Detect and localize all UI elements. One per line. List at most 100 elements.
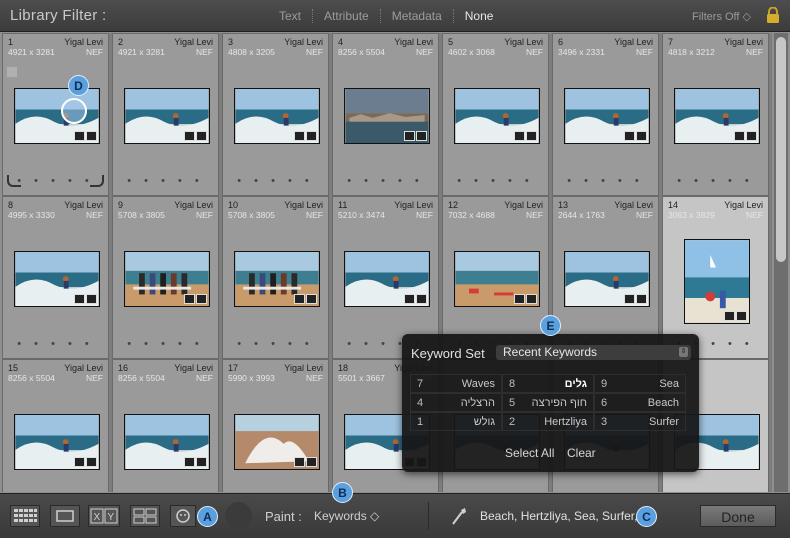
- badge-icon[interactable]: [85, 131, 97, 141]
- rotate-left-icon[interactable]: [7, 175, 21, 187]
- done-button[interactable]: Done: [700, 505, 776, 527]
- people-view-button[interactable]: [170, 505, 196, 527]
- filter-none-tab[interactable]: None: [454, 9, 505, 23]
- thumbnail-cell[interactable]: 5 4602 x 3068 Yigal Levi NEF • • • • •: [442, 33, 549, 196]
- compare-view-button[interactable]: X Y: [88, 505, 120, 527]
- filter-text-tab[interactable]: Text: [268, 9, 314, 23]
- thumbnail-cell[interactable]: 3 4808 x 3205 Yigal Levi NEF • • • • •: [222, 33, 329, 196]
- lock-icon[interactable]: [766, 7, 780, 23]
- keyword-button[interactable]: 8 גלים: [502, 374, 594, 393]
- badge-icon[interactable]: [183, 294, 195, 304]
- paint-target-dropdown[interactable]: Keywords ◇: [314, 509, 379, 523]
- badge-icon[interactable]: [183, 131, 195, 141]
- badge-icon[interactable]: [293, 457, 305, 467]
- cell-rating-dots[interactable]: • • • • •: [553, 175, 658, 187]
- grid-scrollbar[interactable]: [774, 33, 788, 492]
- badge-icon[interactable]: [85, 457, 97, 467]
- survey-view-icon: [133, 508, 157, 524]
- loupe-view-button[interactable]: [50, 505, 80, 527]
- badge-icon[interactable]: [73, 457, 85, 467]
- badge-icon[interactable]: [723, 311, 735, 321]
- badge-icon[interactable]: [73, 131, 85, 141]
- badge-icon[interactable]: [403, 294, 415, 304]
- badge-icon[interactable]: [513, 294, 525, 304]
- cell-author: Yigal Levi: [504, 37, 543, 47]
- badge-icon[interactable]: [403, 131, 415, 141]
- cell-rating-dots[interactable]: • • • • •: [443, 175, 548, 187]
- badge-icon[interactable]: [415, 131, 427, 141]
- cell-rating-dots[interactable]: • • • • •: [113, 338, 218, 350]
- scrollbar-thumb[interactable]: [776, 37, 786, 262]
- keyword-button[interactable]: 2 Hertzliya: [502, 412, 594, 431]
- cell-rating-dots[interactable]: • • • • •: [333, 175, 438, 187]
- cell-format: NEF: [636, 210, 653, 220]
- badge-icon[interactable]: [733, 131, 745, 141]
- badge-icon[interactable]: [305, 457, 317, 467]
- badge-icon[interactable]: [635, 131, 647, 141]
- cell-number: 2: [118, 37, 124, 47]
- flag-icon[interactable]: [7, 67, 17, 77]
- badge-icon[interactable]: [745, 131, 757, 141]
- badge-icon[interactable]: [195, 131, 207, 141]
- thumbnail-cell[interactable]: 6 3496 x 2331 Yigal Levi NEF • • • • •: [552, 33, 659, 196]
- keyword-name: גולש: [473, 416, 495, 428]
- badge-icon[interactable]: [183, 457, 195, 467]
- badge-icon[interactable]: [415, 294, 427, 304]
- filter-attribute-tab[interactable]: Attribute: [313, 9, 381, 23]
- badge-icon[interactable]: [525, 294, 537, 304]
- keyword-list[interactable]: Beach, Hertzliya, Sea, Surfer,: [480, 509, 637, 523]
- thumbnail-cell[interactable]: 1 4921 x 3281 Yigal Levi NEF • • • • •: [2, 33, 109, 196]
- cell-format: NEF: [86, 373, 103, 383]
- badge-icon[interactable]: [623, 294, 635, 304]
- spray-can-icon[interactable]: [225, 502, 252, 529]
- cell-rating-dots[interactable]: • • • • •: [663, 175, 768, 187]
- cell-author: Yigal Levi: [174, 200, 213, 210]
- badge-icon[interactable]: [195, 457, 207, 467]
- cell-rating-dots[interactable]: • • • • •: [113, 175, 218, 187]
- badge-icon[interactable]: [525, 131, 537, 141]
- badge-icon[interactable]: [73, 294, 85, 304]
- badge-icon[interactable]: [635, 294, 647, 304]
- keyword-button[interactable]: 4 הרצליה: [410, 393, 502, 412]
- badge-icon[interactable]: [293, 131, 305, 141]
- thumbnail-cell[interactable]: 8 4995 x 3330 Yigal Levi NEF • • • • •: [2, 196, 109, 359]
- cell-rating-dots[interactable]: • • • • •: [3, 338, 108, 350]
- keyword-button[interactable]: 1 גולש: [410, 412, 502, 431]
- keyword-button[interactable]: 6 Beach: [594, 393, 686, 412]
- survey-view-button[interactable]: [130, 505, 160, 527]
- cell-rating-dots[interactable]: • • • • •: [223, 338, 328, 350]
- thumbnail-cell[interactable]: 10 5708 x 3805 Yigal Levi NEF • • • • •: [222, 196, 329, 359]
- keyword-set-dropdown[interactable]: Recent Keywords ⇕: [496, 345, 691, 360]
- cell-author: Yigal Levi: [64, 37, 103, 47]
- filters-off-dropdown[interactable]: Filters Off ◇: [692, 10, 751, 23]
- keyword-button[interactable]: 3 Surfer: [594, 412, 686, 431]
- select-all-button[interactable]: Select All: [505, 446, 554, 460]
- cell-number: 12: [448, 200, 459, 210]
- thumbnail-cell[interactable]: 7 4818 x 3212 Yigal Levi NEF • • • • •: [662, 33, 769, 196]
- badge-icon[interactable]: [513, 131, 525, 141]
- thumbnail-cell[interactable]: 17 5990 x 3993 Yigal Levi NEF: [222, 359, 329, 492]
- keyword-button[interactable]: 9 Sea: [594, 374, 686, 393]
- eyedropper-icon[interactable]: [450, 506, 468, 526]
- filter-metadata-tab[interactable]: Metadata: [381, 9, 454, 23]
- keyword-button[interactable]: 5 חוף הפירצה: [502, 393, 594, 412]
- badge-icon[interactable]: [623, 131, 635, 141]
- badge-icon[interactable]: [195, 294, 207, 304]
- badge-icon[interactable]: [85, 294, 97, 304]
- thumbnail-cell[interactable]: 2 4921 x 3281 Yigal Levi NEF • • • • •: [112, 33, 219, 196]
- cell-format: NEF: [636, 47, 653, 57]
- cell-rating-dots[interactable]: • • • • •: [223, 175, 328, 187]
- thumbnail-cell[interactable]: 15 8256 x 5504 Yigal Levi NEF: [2, 359, 109, 492]
- thumbnail-cell[interactable]: 9 5708 x 3805 Yigal Levi NEF • • • • •: [112, 196, 219, 359]
- badge-icon[interactable]: [305, 294, 317, 304]
- thumbnail-cell[interactable]: 4 8256 x 5504 Yigal Levi NEF • • • • •: [332, 33, 439, 196]
- cell-format: NEF: [526, 210, 543, 220]
- badge-icon[interactable]: [293, 294, 305, 304]
- grid-view-button[interactable]: [10, 505, 40, 527]
- rotate-right-icon[interactable]: [90, 175, 104, 187]
- thumbnail-cell[interactable]: 16 8256 x 5504 Yigal Levi NEF: [112, 359, 219, 492]
- badge-icon[interactable]: [735, 311, 747, 321]
- clear-button[interactable]: Clear: [567, 446, 596, 460]
- keyword-button[interactable]: 7 Waves: [410, 374, 502, 393]
- badge-icon[interactable]: [305, 131, 317, 141]
